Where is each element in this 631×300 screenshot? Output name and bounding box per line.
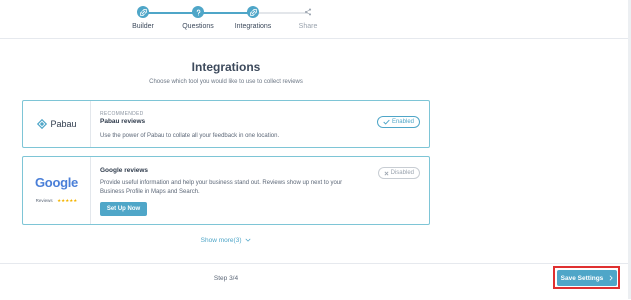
close-icon (384, 171, 389, 175)
rating-stars-icon: ★★★★★ (57, 197, 78, 203)
progress-stepper: Builder Questions Integrations Share (0, 0, 631, 39)
chevron-down-icon (245, 238, 251, 242)
status-label: Enabled (391, 119, 414, 125)
step-label: Share (298, 23, 318, 30)
set-up-now-button[interactable]: Set Up Now (100, 202, 147, 216)
integration-card-google[interactable]: Google Reviews ★★★★★ Google reviews Prov… (22, 156, 430, 225)
enabled-badge[interactable]: Enabled (376, 116, 420, 128)
show-more-link[interactable]: Show more(3) (0, 237, 452, 244)
google-reviews-logo: Google Reviews ★★★★★ (23, 157, 91, 224)
show-more-label: Show more(3) (200, 237, 242, 244)
reviews-logo-text: Reviews (35, 197, 53, 203)
card-description: Use the power of Pabau to collate all yo… (100, 133, 280, 139)
page-title: Integrations (191, 60, 261, 74)
share-icon (302, 6, 314, 18)
save-settings-button[interactable]: Save Settings (557, 270, 617, 286)
step-counter: Step 3/4 (213, 275, 239, 282)
card-description: Provide useful information and help your… (100, 180, 343, 195)
status-label: Disabled (390, 170, 414, 176)
pabau-logo: Pabau (23, 101, 91, 147)
integration-card-pabau[interactable]: Pabau RECOMMENDED Pabau reviews Use the … (22, 100, 430, 148)
disabled-badge[interactable]: Disabled (377, 167, 420, 179)
link-icon (137, 6, 149, 18)
step-share[interactable]: Share (273, 6, 343, 30)
pabau-diamond-icon (37, 118, 48, 130)
save-settings-label: Save Settings (560, 274, 604, 282)
check-icon (383, 119, 390, 125)
chevron-right-icon (609, 275, 613, 281)
google-logo-text: Google (35, 174, 78, 190)
pabau-logo-text: Pabau (50, 119, 77, 129)
link-icon (247, 6, 259, 18)
question-icon (192, 6, 204, 18)
page-subtitle: Choose which tool you would like to use … (149, 79, 303, 85)
